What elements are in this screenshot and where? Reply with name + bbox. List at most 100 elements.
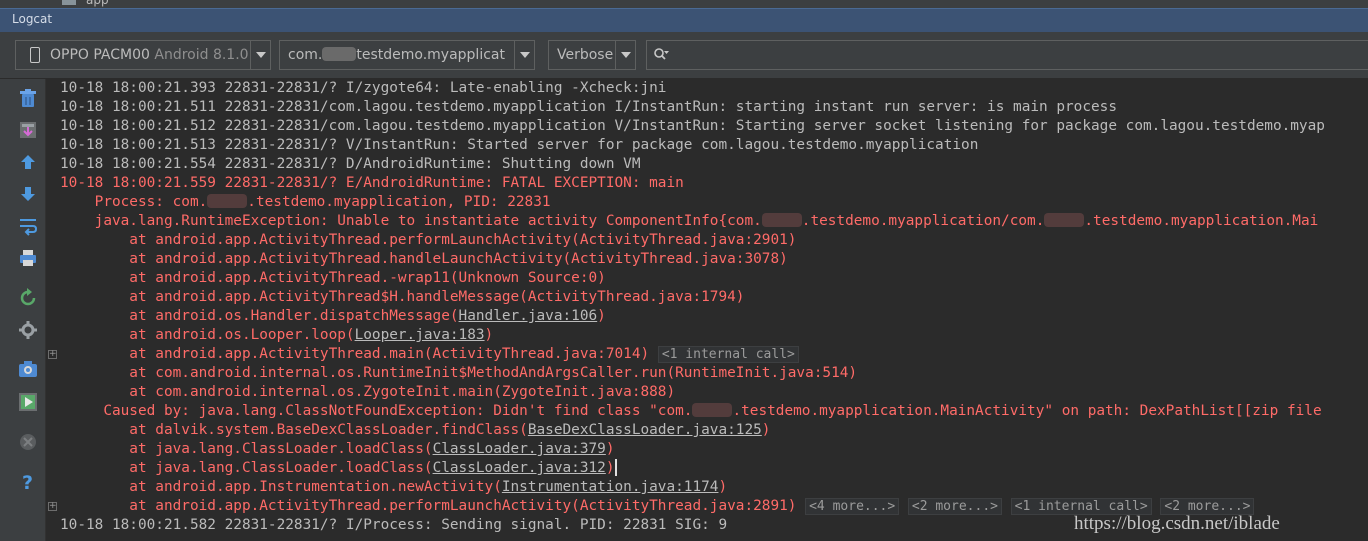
log-text: ) <box>597 308 606 324</box>
log-text: Caused by: java.lang.ClassNotFoundExcept… <box>60 403 693 419</box>
log-line-error: at dalvik.system.BaseDexClassLoader.find… <box>60 421 770 440</box>
watermark: https://blog.csdn.net/iblade <box>1074 513 1280 534</box>
log-line-error: 10-18 18:00:21.559 22831-22831/? E/Andro… <box>60 174 684 193</box>
log-text: at com.android.internal.os.ZygoteInit.ma… <box>60 384 676 400</box>
log-text: java.lang.RuntimeException: Unable to in… <box>60 213 762 229</box>
scroll-to-end-icon[interactable] <box>17 119 39 141</box>
trash-icon[interactable] <box>17 87 39 109</box>
redacted-text <box>322 47 357 61</box>
down-arrow-icon[interactable] <box>17 183 39 205</box>
source-link[interactable]: Instrumentation.java:1174 <box>502 479 719 495</box>
up-arrow-icon[interactable] <box>17 151 39 173</box>
logcat-title-bar[interactable]: Logcat <box>0 8 1368 32</box>
log-text: at android.os.Handler.dispatchMessage( <box>60 308 459 324</box>
screenshot-icon[interactable] <box>17 358 39 380</box>
window-title: Logcat <box>12 12 53 26</box>
device-dropdown-button[interactable] <box>250 41 270 69</box>
log-line-error: at java.lang.ClassLoader.loadClass(Class… <box>60 440 615 459</box>
log-line-error: at android.app.ActivityThread.handleLaun… <box>60 250 788 269</box>
expand-fold-icon[interactable]: + <box>48 502 57 511</box>
log-text: at android.app.ActivityThread$H.handleMe… <box>60 289 745 305</box>
source-link[interactable]: BaseDexClassLoader.java:125 <box>528 422 762 438</box>
log-line: 10-18 18:00:21.582 22831-22831/? I/Proce… <box>60 516 727 535</box>
log-text: Process: com. <box>60 194 208 210</box>
log-text: at android.app.ActivityThread.performLau… <box>60 498 806 514</box>
chevron-down-icon <box>520 52 530 58</box>
log-text: .testdemo.myapplication, PID: 22831 <box>247 194 551 210</box>
log-text: .testdemo.myapplication/com. <box>801 213 1045 229</box>
log-text: at android.app.ActivityThread.performLau… <box>60 232 797 248</box>
close-icon[interactable] <box>17 431 39 453</box>
log-text: at java.lang.ClassLoader.loadClass( <box>60 441 433 457</box>
log-view[interactable]: 10-18 18:00:21.393 22831-22831/? I/zygot… <box>46 79 1368 541</box>
log-text: 10-18 18:00:21.511 22831-22831/com.lagou… <box>60 99 1117 115</box>
process-prefix: com. <box>288 47 323 63</box>
folded-frames-tag[interactable]: <1 internal call> <box>657 346 799 363</box>
log-text: at android.app.Instrumentation.newActivi… <box>60 479 502 495</box>
device-api: Android 8.1.0 <box>154 47 249 63</box>
log-line: 10-18 18:00:21.513 22831-22831/? V/Insta… <box>60 136 978 155</box>
process-selector[interactable]: com. testdemo.myapplicat <box>279 40 535 70</box>
project-tree-label: app <box>86 0 109 7</box>
text-cursor <box>614 459 617 476</box>
folded-frames-tag[interactable]: <4 more...> <box>805 498 900 515</box>
log-line-error: at android.os.Handler.dispatchMessage(Ha… <box>60 307 606 326</box>
log-line-error: Process: com. .testdemo.myapplication, PI… <box>60 193 551 212</box>
process-suffix: testdemo.myapplicat <box>356 47 505 63</box>
source-link[interactable]: ClassLoader.java:379 <box>433 441 606 457</box>
log-line-error: at com.android.internal.os.RuntimeInit$M… <box>60 364 857 383</box>
log-level-value: Verbose <box>557 47 614 63</box>
expand-fold-icon[interactable]: + <box>48 350 57 359</box>
log-text: ) <box>605 441 615 457</box>
log-text: .testdemo.myapplication.Mai <box>1084 213 1319 229</box>
project-tree-remnant: app <box>0 0 1368 8</box>
redacted-text <box>207 194 248 208</box>
soft-wraps-icon[interactable] <box>17 215 39 237</box>
logcat-toolbar: OPPO PACM00 Android 8.1.0 com. testdemo.m… <box>0 32 1368 79</box>
chevron-down-icon <box>256 52 266 58</box>
log-line-error: at android.app.ActivityThread.performLau… <box>60 231 796 250</box>
log-text: ) <box>761 422 771 438</box>
log-text: at java.lang.ClassLoader.loadClass( <box>60 460 433 476</box>
log-line-error: at android.os.Looper.loop(Looper.java:18… <box>60 326 493 345</box>
log-level-dropdown-button[interactable] <box>615 41 635 69</box>
print-icon[interactable] <box>17 247 39 269</box>
source-link[interactable]: Handler.java:106 <box>459 308 598 324</box>
log-text: 10-18 18:00:21.513 22831-22831/? V/Insta… <box>60 137 979 153</box>
log-text: 10-18 18:00:21.554 22831-22831/? D/Andro… <box>60 156 641 172</box>
folder-icon <box>62 0 76 5</box>
gear-icon[interactable] <box>17 319 39 341</box>
source-link[interactable]: Looper.java:183 <box>355 327 485 343</box>
log-line: 10-18 18:00:21.393 22831-22831/? I/zygot… <box>60 79 666 98</box>
folded-frames-tag[interactable]: <2 more...> <box>907 498 1002 515</box>
log-text: at dalvik.system.BaseDexClassLoader.find… <box>60 422 528 438</box>
search-icon[interactable] <box>653 47 669 63</box>
log-text: at com.android.internal.os.RuntimeInit$M… <box>60 365 858 381</box>
log-line-error: at java.lang.ClassLoader.loadClass(Class… <box>60 459 617 478</box>
log-text: at android.app.ActivityThread.-wrap11(Un… <box>60 270 606 286</box>
log-text: 10-18 18:00:21.512 22831-22831/com.lagou… <box>60 118 1325 134</box>
help-icon[interactable]: ? <box>17 471 39 493</box>
log-text: ) <box>718 479 728 495</box>
log-level-selector[interactable]: Verbose <box>548 40 636 70</box>
process-dropdown-button[interactable] <box>514 41 534 69</box>
log-line-error: at android.app.ActivityThread.-wrap11(Un… <box>60 269 606 288</box>
log-line: 10-18 18:00:21.512 22831-22831/com.lagou… <box>60 117 1325 136</box>
redacted-text <box>1044 213 1085 227</box>
device-selector[interactable]: OPPO PACM00 Android 8.1.0 <box>15 40 271 70</box>
log-text: at android.app.ActivityThread.main(Activ… <box>60 346 658 362</box>
log-text: at android.app.ActivityThread.handleLaun… <box>60 251 788 267</box>
restart-icon[interactable] <box>17 287 39 309</box>
search-input[interactable] <box>646 40 1368 70</box>
log-line-error: java.lang.RuntimeException: Unable to in… <box>60 212 1318 231</box>
log-line-error: at android.app.ActivityThread$H.handleMe… <box>60 288 744 307</box>
log-text: .testdemo.myapplication.MainActivity" on… <box>732 403 1322 419</box>
screen-record-icon[interactable] <box>17 391 39 413</box>
log-text: ) <box>484 327 494 343</box>
source-link[interactable]: ClassLoader.java:312 <box>433 460 606 476</box>
log-line-error: at android.app.ActivityThread.main(Activ… <box>60 345 799 364</box>
log-line-error: Caused by: java.lang.ClassNotFoundExcept… <box>60 402 1322 421</box>
log-line-error: at android.app.Instrumentation.newActivi… <box>60 478 727 497</box>
